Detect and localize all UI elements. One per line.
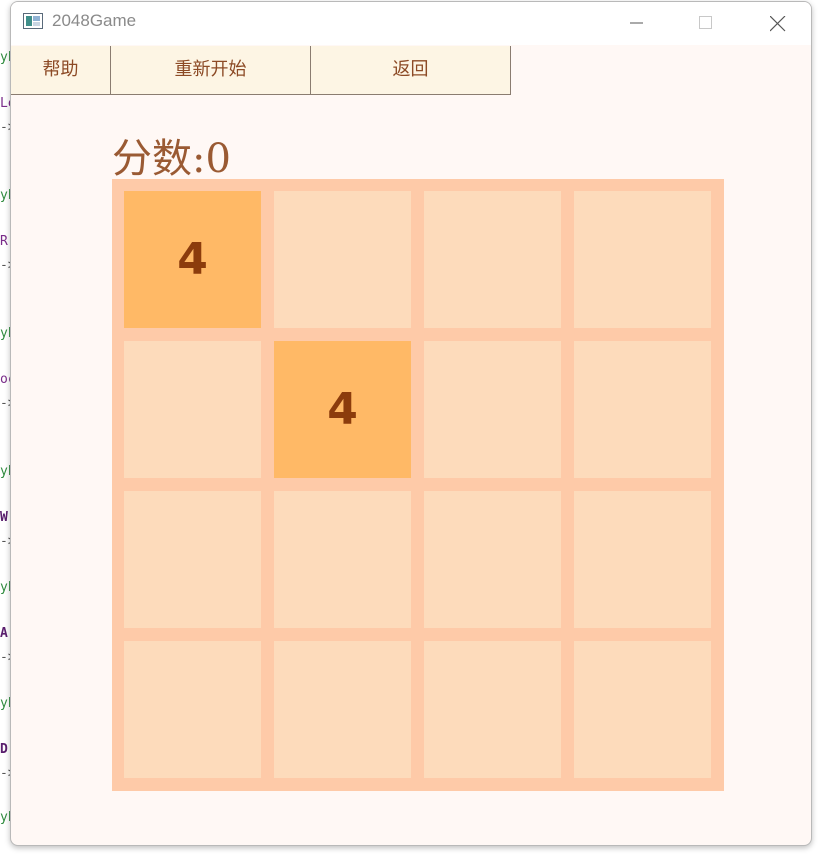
empty-cell bbox=[424, 191, 561, 328]
empty-cell bbox=[274, 641, 411, 778]
back-button[interactable]: 返回 bbox=[310, 46, 511, 95]
empty-cell bbox=[424, 341, 561, 478]
help-button[interactable]: 帮助 bbox=[11, 46, 111, 95]
tile-4: 4 bbox=[274, 341, 411, 478]
restart-button[interactable]: 重新开始 bbox=[110, 46, 311, 95]
empty-cell bbox=[124, 341, 261, 478]
title-bar[interactable]: 2048Game bbox=[11, 2, 811, 45]
score-value: 0 bbox=[205, 136, 231, 182]
empty-cell bbox=[124, 491, 261, 628]
empty-cell bbox=[574, 641, 711, 778]
maximize-button[interactable] bbox=[683, 2, 729, 45]
empty-cell bbox=[424, 641, 561, 778]
tile-4: 4 bbox=[124, 191, 261, 328]
close-icon bbox=[770, 16, 786, 32]
close-button[interactable] bbox=[754, 2, 800, 45]
empty-cell bbox=[424, 491, 561, 628]
score-label: 分数: bbox=[112, 136, 206, 182]
code-fragment: R bbox=[0, 234, 8, 249]
empty-cell bbox=[274, 191, 411, 328]
app-icon bbox=[23, 13, 43, 29]
window-title: 2048Game bbox=[52, 11, 137, 30]
maximize-icon bbox=[699, 16, 712, 29]
game-board[interactable]: 44 bbox=[112, 179, 724, 791]
empty-cell bbox=[574, 191, 711, 328]
score-display: 分数:0 bbox=[112, 126, 231, 184]
empty-cell bbox=[274, 491, 411, 628]
tile-value: 4 bbox=[327, 384, 358, 435]
minimize-icon bbox=[630, 22, 643, 24]
minimize-button[interactable] bbox=[614, 2, 660, 45]
empty-cell bbox=[574, 491, 711, 628]
tile-value: 4 bbox=[177, 234, 208, 285]
empty-cell bbox=[574, 341, 711, 478]
game-window: 2048Game 帮助 重新开始 返回 分数:0 44 bbox=[10, 1, 812, 846]
empty-cell bbox=[124, 641, 261, 778]
